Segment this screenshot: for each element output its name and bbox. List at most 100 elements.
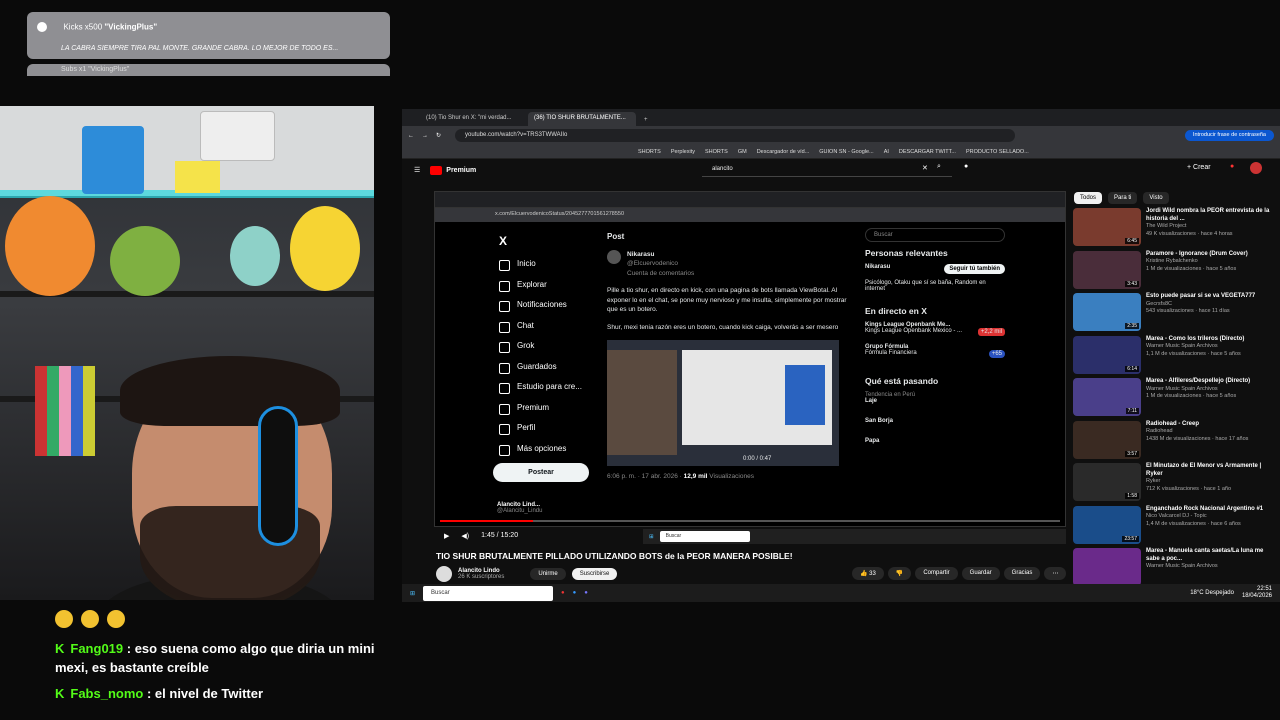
video-player[interactable]: x.com/ElcuervodenicoStatus/2045277701561… [434,191,1066,527]
rec-title[interactable]: Marea - Alfileres/Despellejo (Directo) [1146,378,1250,386]
chip-todos[interactable]: Todos [1074,192,1103,204]
x-trend-item[interactable]: Papa [865,438,1005,444]
bookmark[interactable]: Descargador de víd... [757,149,810,155]
rec-item[interactable]: 3:57 Radiohead - Creep Radiohead 1438 M de… [1073,420,1273,464]
bookmark[interactable]: Perplexity [671,149,695,155]
bookmark[interactable]: GUION SN - Google... [819,149,873,155]
x-nav-explorar[interactable]: Explorar [495,275,605,296]
x-nav-estudio[interactable]: Estudio para cre... [495,377,605,398]
rec-title[interactable]: Radiohead - Creep [1146,421,1248,429]
x-author[interactable]: Nikarasu [627,251,654,258]
rec-thumbnail[interactable]: 23:57 [1073,505,1141,544]
bookmark[interactable]: DESCARGAR TWITT... [899,149,956,155]
mic-icon[interactable]: ● [964,163,968,170]
rec-thumbnail[interactable] [1073,548,1141,586]
menu-icon[interactable]: ☰ [414,166,420,174]
rec-title[interactable]: Marea - Manuela canta saetas/La luna me … [1146,548,1273,563]
windows-icon[interactable]: ⊞ [649,534,654,540]
rec-title[interactable]: El Minutazo de El Menor vs Armamente | R… [1146,463,1273,478]
x-embedded-video[interactable]: 0:00 / 0:47 [607,340,839,466]
play-icon[interactable]: ▶ [444,532,449,540]
search-icon[interactable]: ⌕ [937,163,941,171]
bookmark[interactable]: GM [738,149,747,155]
rec-title[interactable]: Marea - Como los trileros (Directo) [1146,336,1244,344]
chip-para-ti[interactable]: Para ti [1108,192,1138,204]
x-trend-item[interactable]: San Borja [865,418,1005,424]
url-input[interactable]: youtube.com/watch?v=TRS3TWWAIIo [455,129,1016,142]
new-tab-button[interactable]: + [636,114,656,126]
x-nav-premium[interactable]: Premium [495,398,605,419]
bookmark[interactable]: PRODUCTO SELLADO... [966,149,1029,155]
thanks-button[interactable]: Gracias [1003,567,1041,580]
bookmark[interactable]: SHORTS [638,149,661,155]
rec-item[interactable]: 3:43 Paramore - Ignorance (Drum Cover) Kr… [1073,250,1273,294]
x-nav-inicio[interactable]: Inicio [495,254,605,275]
save-button[interactable]: Guardar [961,567,1000,580]
x-nav-grok[interactable]: Grok [495,336,605,357]
avatar[interactable] [436,566,452,582]
rec-title[interactable]: Jordi Wild nombra la PEOR entrevista de … [1146,208,1273,223]
rec-thumbnail[interactable]: 6:14 [1073,335,1141,374]
tab-x[interactable]: (10) Tio Shur en X: "mi verdad... [420,112,528,126]
follow-button[interactable]: Seguir tú también [944,264,1005,274]
forward-icon[interactable]: → [422,133,428,139]
rec-thumbnail[interactable]: 7:11 [1073,378,1141,416]
chat-user[interactable]: Fabs_nomo [70,686,143,701]
avatar[interactable] [1250,162,1262,174]
chat-user[interactable]: Fang019 [70,641,123,656]
bell-icon[interactable]: ● [1230,163,1234,170]
x-relevant-user[interactable]: Nikarasu [865,264,890,274]
x-nav-perfil[interactable]: Perfil [495,418,605,439]
clear-icon[interactable]: ✕ [922,164,928,172]
rec-item[interactable]: 6:45 Jordi Wild nombra la PEOR entrevist… [1073,208,1273,251]
dislike-button[interactable]: 👎 [887,567,912,580]
reload-icon[interactable]: ↻ [436,132,441,139]
bookmark[interactable]: SHORTS [705,149,728,155]
x-nav-mas[interactable]: Más opciones [495,439,605,460]
rec-title[interactable]: Paramore - Ignorance (Drum Cover) [1146,251,1248,259]
rec-item[interactable]: 23:57 Enganchado Rock Nacional Argentino… [1073,505,1273,549]
more-icon[interactable]: ⋯ [1044,567,1067,580]
tab-youtube[interactable]: (36) TIO SHUR BRUTALMENTE... [528,112,636,126]
rec-thumbnail[interactable]: 3:57 [1073,420,1141,459]
windows-icon[interactable]: ⊞ [410,590,415,597]
avatar[interactable] [607,249,621,264]
youtube-search-input[interactable]: alancito [702,163,952,177]
rec-thumbnail[interactable]: 1:58 [1073,463,1141,501]
x-post-button[interactable]: Postear [493,463,589,482]
subscribe-button[interactable]: Suscribirse [571,568,618,580]
discord-icon[interactable]: ● [584,590,588,596]
x-search-input[interactable]: Buscar [865,228,1005,242]
inner-search-input[interactable]: Buscar [659,531,750,542]
create-button[interactable]: + Crear [1187,164,1211,171]
x-nav-chat[interactable]: Chat [495,316,605,337]
share-button[interactable]: Compartir [915,567,958,580]
x-account[interactable]: Alancito Lind... @Alancitu_Lindu [497,502,542,514]
bookmark[interactable]: AI [884,149,889,155]
rec-title[interactable]: Enganchado Rock Nacional Argentino #1 [1146,506,1263,514]
rec-item[interactable]: 2:35 Esto puede pasar si se va VEGETA777… [1073,293,1273,336]
rec-item[interactable]: 6:14 Marea - Como los trileros (Directo)… [1073,335,1273,379]
taskbar-search-input[interactable]: Buscar [423,585,554,601]
youtube-logo-icon[interactable] [430,165,443,175]
rec-item[interactable]: 7:11 Marea - Alfileres/Despellejo (Direc… [1073,378,1273,421]
back-icon[interactable]: ← [408,133,414,139]
rec-thumbnail[interactable]: 6:45 [1073,208,1141,246]
rec-thumbnail[interactable]: 2:35 [1073,293,1141,331]
volume-icon[interactable]: ◀) [461,532,469,540]
clock-date: 18/04/2026 [1241,593,1272,599]
rec-title[interactable]: Esto puede pasar si se va VEGETA777 [1146,293,1255,301]
join-button[interactable]: Unirme [530,568,566,580]
x-trend-item[interactable]: Laje [865,398,1005,404]
chrome-icon[interactable]: ● [561,590,565,596]
x-nav-guardados[interactable]: Guardados [495,357,605,378]
password-button[interactable]: Introducir frase de contraseña [1184,130,1274,141]
rec-item[interactable]: 1:58 El Minutazo de El Menor vs Armament… [1073,463,1273,506]
chip-visto[interactable]: Visto [1143,192,1169,204]
close-icon[interactable] [37,21,47,32]
like-button[interactable]: 👍 33 [852,567,884,580]
video-progress-bar[interactable] [440,520,1060,522]
x-nav-notificaciones[interactable]: Notificaciones [495,295,605,316]
rec-thumbnail[interactable]: 3:43 [1073,250,1141,289]
edge-icon[interactable]: ● [573,590,577,596]
